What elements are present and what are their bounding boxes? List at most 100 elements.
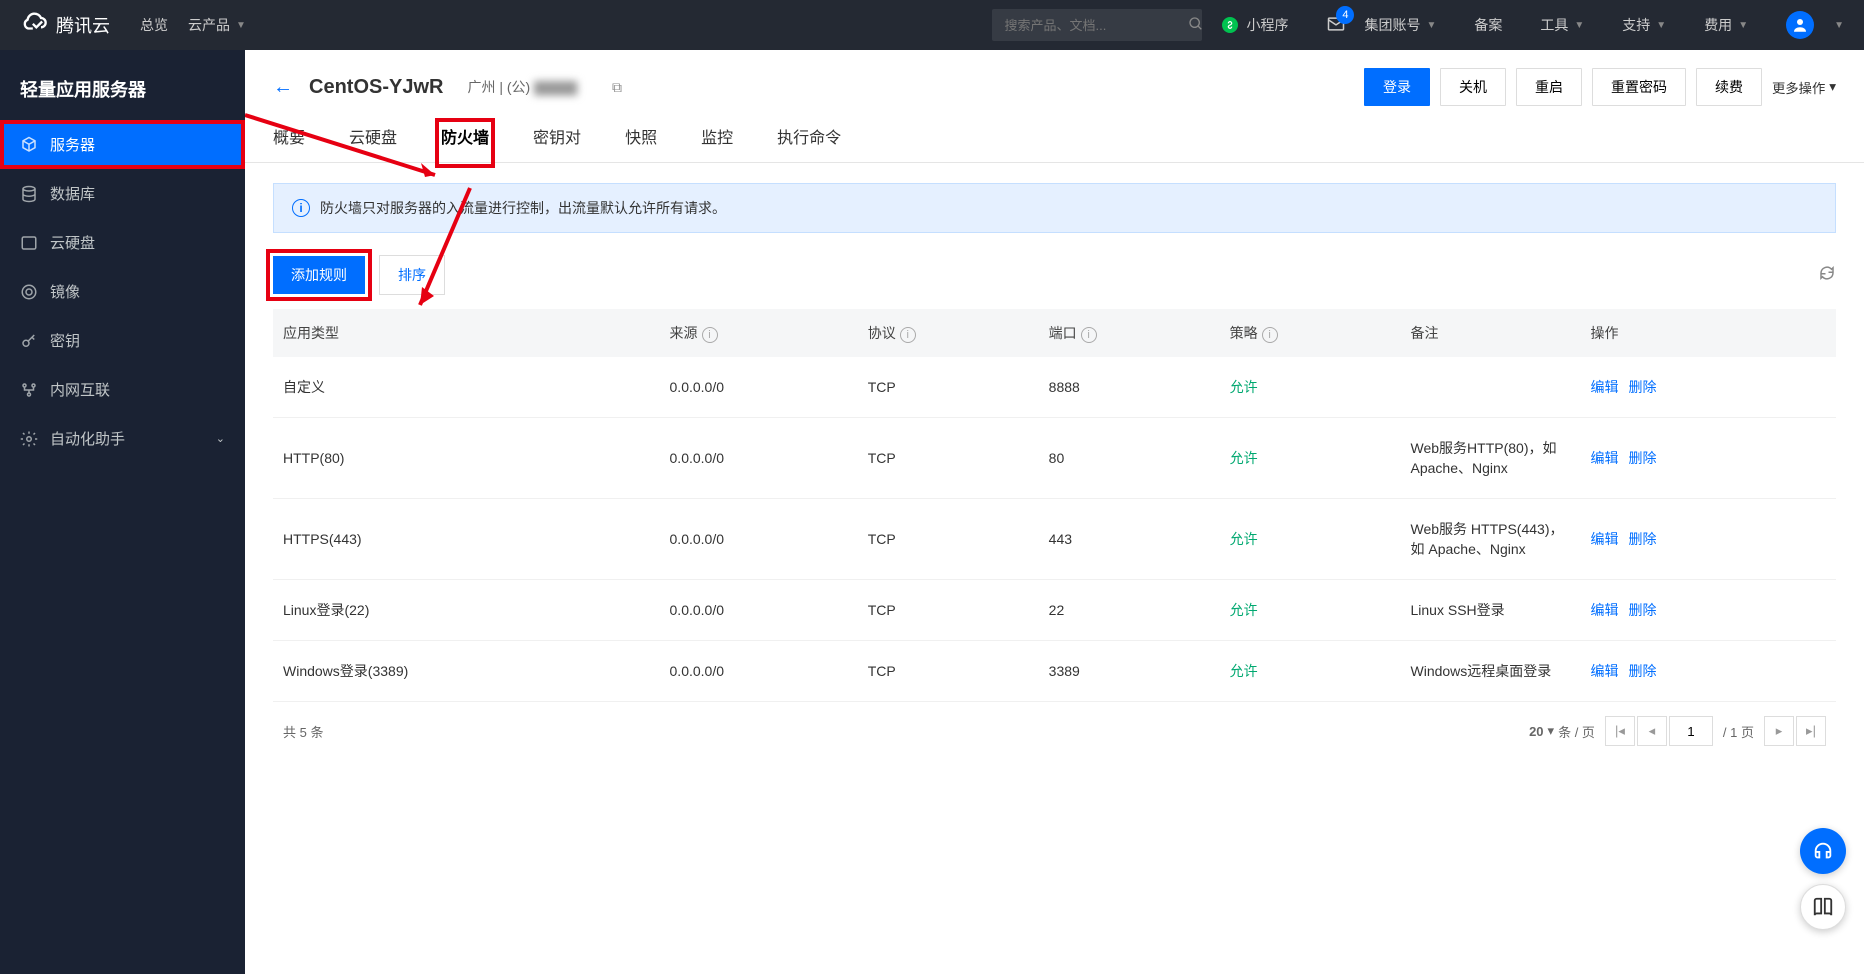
cell-policy: 允许 xyxy=(1220,418,1401,499)
sidebar-item-database[interactable]: 数据库 xyxy=(0,169,245,218)
restart-button[interactable]: 重启 xyxy=(1516,68,1582,106)
sidebar-item-key[interactable]: 密钥 xyxy=(0,316,245,365)
reset-password-button[interactable]: 重置密码 xyxy=(1592,68,1686,106)
total-text: 共 5 条 xyxy=(283,722,323,741)
user-icon xyxy=(1791,16,1809,34)
table-row: HTTPS(443)0.0.0.0/0TCP443允许Web服务 HTTPS(4… xyxy=(273,499,1836,580)
mail-button[interactable]: 4 xyxy=(1326,14,1346,37)
page-next[interactable]: ▸ xyxy=(1764,716,1794,746)
edit-link[interactable]: 编辑 xyxy=(1591,450,1619,466)
miniprogram-icon xyxy=(1222,17,1238,33)
table-row: Windows登录(3389)0.0.0.0/0TCP3389允许Windows… xyxy=(273,641,1836,702)
edit-link[interactable]: 编辑 xyxy=(1591,602,1619,618)
nav-account[interactable]: 集团账号▼ xyxy=(1364,15,1436,35)
help-icon[interactable]: i xyxy=(702,327,718,343)
cell-source: 0.0.0.0/0 xyxy=(660,580,858,641)
avatar[interactable] xyxy=(1786,11,1814,39)
cell-remark: Web服务HTTP(80)，如 Apache、Nginx xyxy=(1401,418,1581,499)
head-actions: 登录 关机 重启 重置密码 续费 更多操作 ▾ xyxy=(1364,68,1836,106)
sort-button[interactable]: 排序 xyxy=(379,255,445,295)
right-nav: 小程序 4 集团账号▼ 备案 工具▼ 支持▼ 费用▼ ▼ xyxy=(1222,11,1844,39)
info-banner: i 防火墙只对服务器的入流量进行控制，出流量默认允许所有请求。 xyxy=(273,183,1836,233)
search-icon[interactable] xyxy=(1188,16,1204,35)
cell-type: HTTPS(443) xyxy=(273,499,660,580)
shutdown-button[interactable]: 关机 xyxy=(1440,68,1506,106)
sidebar-item-label: 服务器 xyxy=(50,134,95,155)
chevron-down-icon: ▼ xyxy=(1574,20,1584,31)
cell-policy: 允许 xyxy=(1220,580,1401,641)
tab-firewall[interactable]: 防火墙 xyxy=(441,124,489,162)
renew-button[interactable]: 续费 xyxy=(1696,68,1762,106)
docs-float-button[interactable] xyxy=(1800,884,1846,930)
tab-monitor[interactable]: 监控 xyxy=(701,124,733,162)
search-input[interactable] xyxy=(1004,18,1180,33)
support-float-button[interactable] xyxy=(1800,828,1846,874)
table-row: 自定义0.0.0.0/0TCP8888允许编辑删除 xyxy=(273,357,1836,418)
cell-port: 3389 xyxy=(1039,641,1220,702)
sidebar-item-image[interactable]: 镜像 xyxy=(0,267,245,316)
tab-snapshot[interactable]: 快照 xyxy=(625,124,657,162)
back-button[interactable]: ← xyxy=(273,76,293,99)
th-action: 操作 xyxy=(1581,309,1837,357)
nav-overview[interactable]: 总览 xyxy=(140,15,168,35)
page-first[interactable]: |◂ xyxy=(1605,716,1635,746)
page-last[interactable]: ▸| xyxy=(1796,716,1826,746)
chevron-down-icon: ⌄ xyxy=(216,432,225,445)
th-protocol: 协议i xyxy=(858,309,1039,357)
nav-support[interactable]: 支持▼ xyxy=(1622,15,1666,35)
add-rule-button[interactable]: 添加规则 xyxy=(273,256,365,294)
search-box[interactable] xyxy=(992,9,1202,41)
tab-disk[interactable]: 云硬盘 xyxy=(349,124,397,162)
ip-blurred: ▇▇▇▇ xyxy=(534,79,604,96)
cell-type: Windows登录(3389) xyxy=(273,641,660,702)
login-button[interactable]: 登录 xyxy=(1364,68,1430,106)
cell-type: HTTP(80) xyxy=(273,418,660,499)
cell-source: 0.0.0.0/0 xyxy=(660,418,858,499)
sidebar-item-automation[interactable]: 自动化助手 ⌄ xyxy=(0,414,245,463)
edit-link[interactable]: 编辑 xyxy=(1591,663,1619,679)
table-header-row: 应用类型 来源i 协议i 端口i 策略i 备注 操作 xyxy=(273,309,1836,357)
sidebar-item-server[interactable]: 服务器 xyxy=(0,120,245,169)
tab-command[interactable]: 执行命令 xyxy=(777,124,841,162)
delete-link[interactable]: 删除 xyxy=(1629,379,1657,395)
sidebar-item-disk[interactable]: 云硬盘 xyxy=(0,218,245,267)
copy-icon[interactable]: ⧉ xyxy=(612,79,622,95)
cloud-icon xyxy=(20,11,48,39)
edit-link[interactable]: 编辑 xyxy=(1591,379,1619,395)
nav-beian[interactable]: 备案 xyxy=(1474,15,1502,35)
tab-overview[interactable]: 概要 xyxy=(273,124,305,162)
delete-link[interactable]: 删除 xyxy=(1629,450,1657,466)
cell-source: 0.0.0.0/0 xyxy=(660,357,858,418)
help-icon[interactable]: i xyxy=(1262,327,1278,343)
th-type: 应用类型 xyxy=(273,309,660,357)
cell-port: 22 xyxy=(1039,580,1220,641)
nav-tools[interactable]: 工具▼ xyxy=(1540,15,1584,35)
page-prev[interactable]: ◂ xyxy=(1637,716,1667,746)
cell-port: 8888 xyxy=(1039,357,1220,418)
nav-miniprogram[interactable]: 小程序 xyxy=(1222,15,1288,35)
tab-keypair[interactable]: 密钥对 xyxy=(533,124,581,162)
cell-policy: 允许 xyxy=(1220,357,1401,418)
refresh-icon[interactable] xyxy=(1818,264,1836,287)
nav-products[interactable]: 云产品▼ xyxy=(188,15,246,35)
tabs: 概要 云硬盘 防火墙 密钥对 快照 监控 执行命令 xyxy=(245,106,1864,163)
cell-remark: Windows远程桌面登录 xyxy=(1401,641,1581,702)
help-icon[interactable]: i xyxy=(1081,327,1097,343)
edit-link[interactable]: 编辑 xyxy=(1591,531,1619,547)
headset-icon xyxy=(1812,840,1834,862)
delete-link[interactable]: 删除 xyxy=(1629,663,1657,679)
sidebar-item-label: 云硬盘 xyxy=(50,232,95,253)
more-actions-button[interactable]: 更多操作 ▾ xyxy=(1772,78,1836,97)
sidebar-item-label: 数据库 xyxy=(50,183,95,204)
nav-cost[interactable]: 费用▼ xyxy=(1704,15,1748,35)
sidebar-item-network[interactable]: 内网互联 xyxy=(0,365,245,414)
sidebar: 轻量应用服务器 服务器 数据库 云硬盘 镜像 密钥 内网互联 自动化助手 ⌄ xyxy=(0,50,245,974)
page-size-select[interactable]: 20▾ 条 / 页 xyxy=(1529,722,1595,741)
delete-link[interactable]: 删除 xyxy=(1629,531,1657,547)
help-icon[interactable]: i xyxy=(900,327,916,343)
page-input[interactable] xyxy=(1669,716,1713,746)
brand-logo[interactable]: 腾讯云 xyxy=(20,11,110,39)
mail-badge: 4 xyxy=(1336,6,1354,24)
delete-link[interactable]: 删除 xyxy=(1629,602,1657,618)
cell-protocol: TCP xyxy=(858,641,1039,702)
